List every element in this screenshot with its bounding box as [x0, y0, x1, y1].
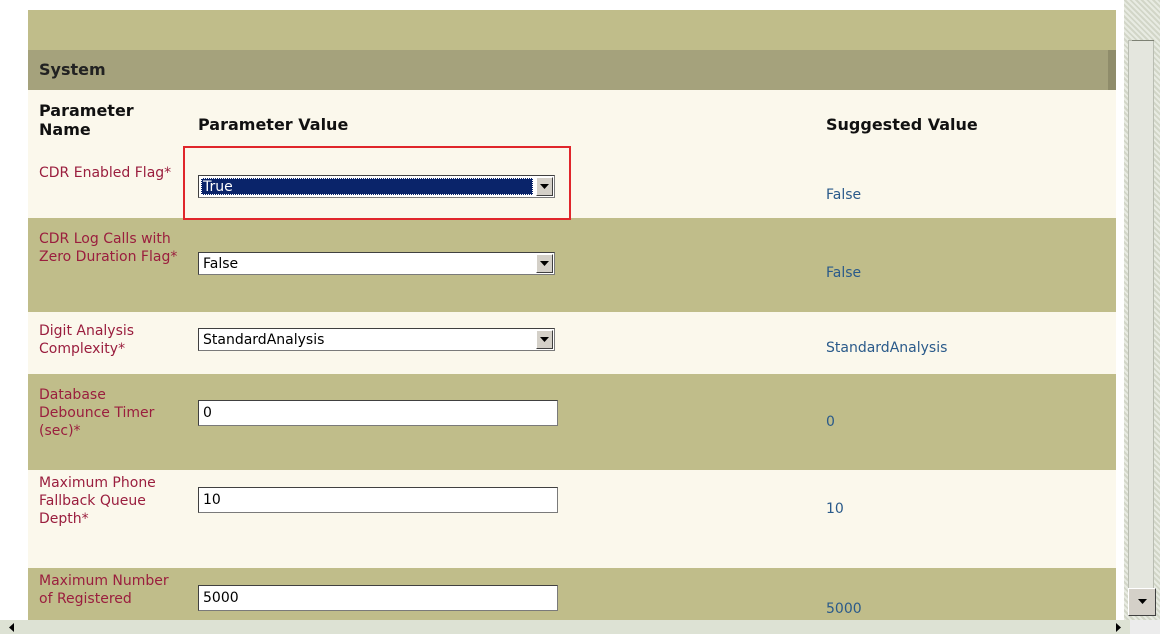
scroll-grip	[1132, 40, 1154, 51]
param-name: CDR Log Calls with Zero Duration Flag*	[39, 231, 178, 265]
suggested-value: 5000	[826, 601, 862, 617]
select-value: StandardAnalysis	[203, 332, 325, 348]
suggested-value: 0	[826, 414, 835, 430]
suggested-value: False	[826, 187, 862, 203]
select-value: False	[203, 256, 239, 272]
scrollbar-corner	[1130, 620, 1160, 634]
scroll-right-arrow-icon[interactable]	[1108, 620, 1130, 634]
vertical-scrollbar[interactable]	[1124, 0, 1160, 620]
database-debounce-timer-input[interactable]	[198, 400, 558, 426]
column-header-parameter-value: Parameter Value	[198, 115, 349, 134]
param-row: Digit Analysis Complexity* StandardAnaly…	[28, 312, 1116, 374]
service-parameters-table: System Parameter Name Parameter Value Su…	[28, 10, 1116, 620]
scroll-left-arrow-icon[interactable]	[0, 620, 22, 634]
param-row: Maximum Phone Fallback Queue Depth* 10	[28, 470, 1116, 568]
suggested-value: StandardAnalysis	[826, 340, 948, 356]
param-name: CDR Enabled Flag*	[39, 165, 172, 181]
section-title: System	[39, 60, 106, 79]
suggested-value: False	[826, 265, 862, 281]
param-name: Database Debounce Timer (sec)*	[39, 387, 155, 439]
column-header-parameter-name: Parameter Name	[39, 101, 134, 139]
param-row: Database Debounce Timer (sec)* 0	[28, 374, 1116, 470]
scroll-thumb[interactable]	[1128, 40, 1154, 600]
param-name: Maximum Phone Fallback Queue Depth*	[39, 475, 156, 527]
highlight-box	[183, 146, 571, 220]
max-registered-input[interactable]	[198, 585, 558, 611]
dropdown-arrow-icon[interactable]	[536, 254, 553, 273]
param-name: Digit Analysis Complexity*	[39, 323, 135, 357]
param-row: Maximum Number of Registered 5000	[28, 568, 1116, 620]
column-header-suggested-value: Suggested Value	[826, 115, 978, 134]
param-name: Maximum Number of Registered	[39, 573, 169, 607]
scroll-down-arrow-icon[interactable]	[1128, 588, 1156, 616]
cdr-log-zero-duration-select[interactable]: False	[198, 252, 555, 275]
max-phone-fallback-queue-depth-input[interactable]	[198, 487, 558, 513]
column-header-row: Parameter Name Parameter Value Suggested…	[28, 90, 1116, 150]
browser-viewport: System Parameter Name Parameter Value Su…	[0, 0, 1160, 634]
left-margin	[0, 0, 28, 620]
top-band	[28, 10, 1116, 50]
param-row: CDR Log Calls with Zero Duration Flag* F…	[28, 218, 1116, 312]
digit-analysis-complexity-select[interactable]: StandardAnalysis	[198, 328, 555, 351]
section-header: System	[28, 50, 1116, 90]
suggested-value: 10	[826, 501, 844, 517]
dropdown-arrow-icon[interactable]	[536, 330, 553, 349]
horizontal-scrollbar[interactable]	[0, 620, 1160, 634]
section-header-edge	[1108, 50, 1116, 90]
